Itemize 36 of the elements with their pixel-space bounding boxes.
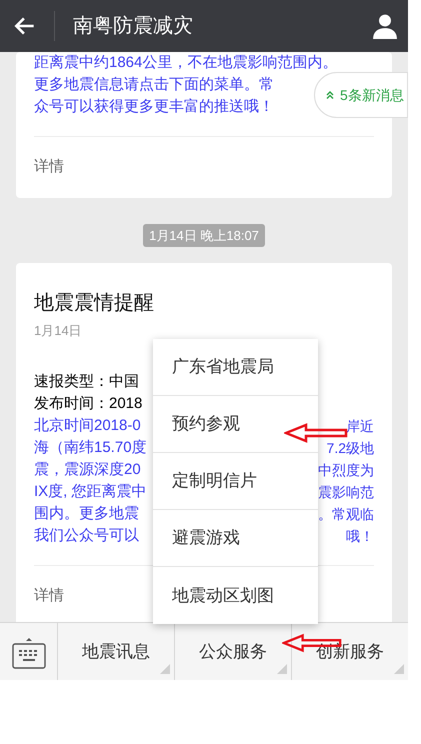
menu-item[interactable]: 预约参观 (153, 396, 318, 453)
body-text: 海（南纬15.70度 (34, 438, 147, 458)
menu-tab[interactable]: 公众服务 (175, 623, 292, 680)
body-text: 哦！ (346, 526, 374, 546)
page-title: 南粤防震减灾 (73, 14, 193, 39)
double-chevron-up-icon (325, 90, 335, 100)
menu-item[interactable]: 定制明信片 (153, 453, 318, 510)
corner-triangle-icon (394, 664, 404, 674)
menu-tab[interactable]: 地震讯息 (58, 623, 175, 680)
menu-item[interactable]: 避震游戏 (153, 510, 318, 567)
details-link[interactable]: 详情 (34, 156, 64, 178)
body-text: 众号可以获得更多更丰富的推送哦！ (34, 97, 274, 117)
body-text: 我们公众号可以 (34, 526, 139, 546)
body-text: 围内。更多地震 (34, 504, 139, 524)
body-text: IX度, 您距离震中 (34, 482, 147, 502)
body-text: 距离震中约1864公里，不在地震影响范围内。 (34, 53, 338, 73)
body-text: 。常观临 (318, 504, 374, 524)
info-line: 速报类型：中国 (34, 372, 139, 392)
corner-triangle-icon (160, 664, 170, 674)
body-text: 中烈度为 (318, 460, 374, 480)
card-date: 1月14日 (34, 322, 82, 340)
info-line: 发布时间：2018 (34, 394, 142, 414)
body-text: 北京时间2018-0 (34, 416, 141, 436)
card-title: 地震震情提醒 (34, 291, 155, 316)
corner-triangle-icon (277, 664, 287, 674)
pointer-arrow-icon (284, 423, 348, 443)
timestamp: 1月14日 晚上18:07 (143, 224, 265, 247)
body-text: 7.2级地 (326, 438, 374, 458)
body-text: 震影响范 (318, 482, 374, 502)
menu-item[interactable]: 地震动区划图 (153, 567, 318, 624)
details-link[interactable]: 详情 (34, 584, 64, 607)
body-text: 更多地震信息请点击下面的菜单。常 (34, 75, 274, 95)
body-text: 岸近 (346, 416, 374, 436)
profile-icon[interactable] (372, 13, 398, 39)
body-text: 震，震源深度20 (34, 460, 141, 480)
menu-item[interactable]: 广东省地震局 (153, 339, 318, 396)
